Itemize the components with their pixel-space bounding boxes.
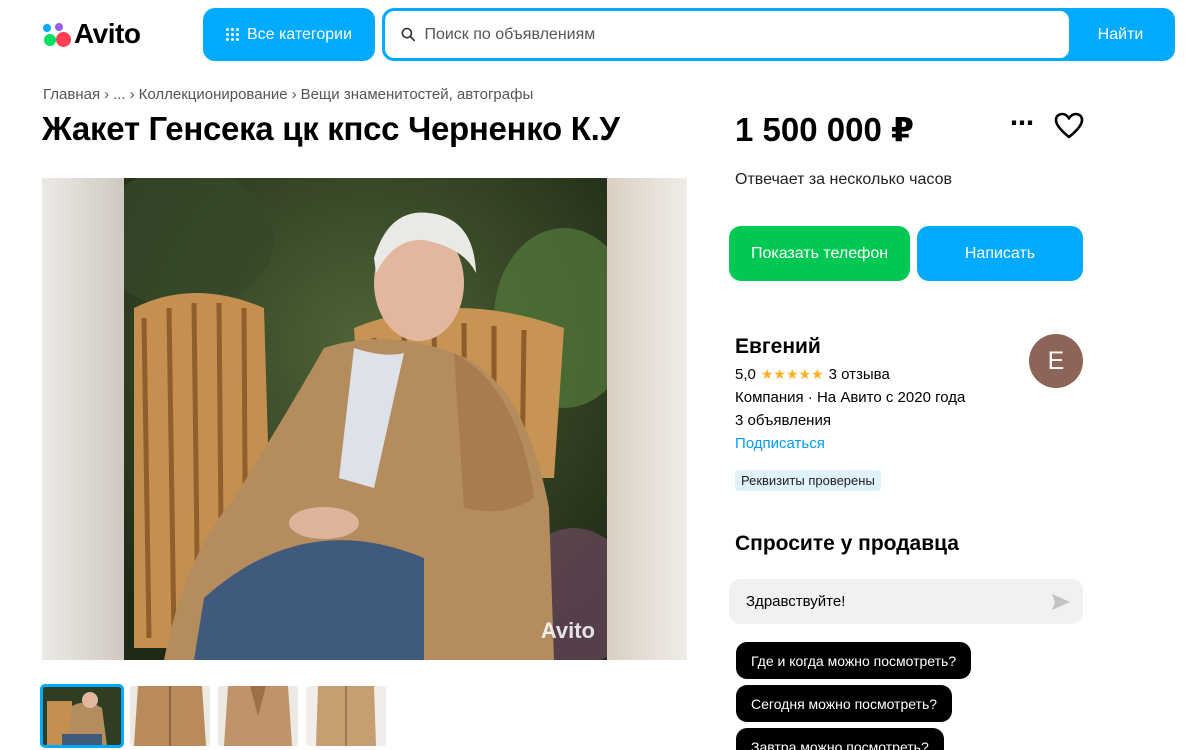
quick-question-chip[interactable]: Завтра можно посмотреть? <box>736 728 944 750</box>
thumbnail-3[interactable] <box>218 686 298 746</box>
thumbnail-1[interactable] <box>40 684 124 748</box>
thumbnail-2[interactable] <box>130 686 210 746</box>
all-categories-label: Все категории <box>246 25 353 43</box>
rating-value: 5,0 <box>735 366 756 383</box>
main-photo[interactable] <box>124 178 607 660</box>
breadcrumb-separator: › <box>104 86 110 103</box>
search-bar: Найти <box>382 8 1175 61</box>
all-categories-button[interactable]: Все категории <box>203 8 375 61</box>
breadcrumb-home[interactable]: Главная <box>43 86 100 103</box>
avito-logo-icon <box>42 20 72 48</box>
send-icon[interactable] <box>1051 593 1071 611</box>
search-input[interactable] <box>424 25 1069 44</box>
seller-info: Компания · На Авито с 2020 года <box>735 389 966 406</box>
breadcrumb-collecting[interactable]: Коллекционирование <box>139 86 288 103</box>
breadcrumb-separator: › <box>129 86 135 103</box>
avito-watermark: Avito <box>540 618 595 643</box>
quick-question-chip[interactable]: Где и когда можно посмотреть? <box>736 642 972 679</box>
logo-text: Avito <box>74 18 141 49</box>
show-phone-button[interactable]: Показать телефон <box>729 226 910 281</box>
more-icon[interactable]: ⋯ <box>1008 112 1036 140</box>
breadcrumb: Главная › ... › Коллекционирование › Вещ… <box>43 86 533 103</box>
search-field <box>385 11 1069 58</box>
seller-ads-count[interactable]: 3 объявления <box>735 412 831 429</box>
reviews-link[interactable]: 3 отзыва <box>829 366 890 383</box>
avito-logo[interactable]: Avito <box>42 18 141 50</box>
rating-stars-icon: ★★★★★ <box>760 366 824 382</box>
seller-rating: 5,0 ★★★★★ 3 отзыва <box>735 366 890 383</box>
search-button[interactable]: Найти <box>1069 11 1172 58</box>
search-icon <box>401 27 415 42</box>
seller-name[interactable]: Евгений <box>735 335 821 359</box>
price: 1 500 000 ₽ <box>735 111 914 148</box>
message-box <box>729 579 1083 624</box>
breadcrumb-separator: › <box>291 86 297 103</box>
gallery-blur-right <box>607 178 687 660</box>
subscribe-link[interactable]: Подписаться <box>735 435 825 452</box>
thumbnail-strip <box>40 684 386 748</box>
ask-seller-title: Спросите у продавца <box>735 532 959 555</box>
gallery-blur-left <box>42 178 124 660</box>
photo-gallery[interactable]: Avito <box>42 178 687 660</box>
heart-icon[interactable] <box>1054 112 1084 140</box>
verified-badge: Реквизиты проверены <box>735 470 881 491</box>
reply-time: Отвечает за несколько часов <box>735 171 952 188</box>
message-input[interactable] <box>746 593 1051 610</box>
page-title: Жакет Генсека цк кпсс Черненко К.У <box>42 110 620 147</box>
breadcrumb-celebrity-items[interactable]: Вещи знаменитостей, автографы <box>301 86 534 103</box>
avatar[interactable]: Е <box>1029 334 1083 388</box>
thumbnail-4[interactable] <box>306 686 386 746</box>
write-message-button[interactable]: Написать <box>917 226 1083 281</box>
quick-question-chip[interactable]: Сегодня можно посмотреть? <box>736 685 953 722</box>
breadcrumb-collapsed[interactable]: ... <box>113 86 126 103</box>
grid-icon <box>225 28 239 41</box>
